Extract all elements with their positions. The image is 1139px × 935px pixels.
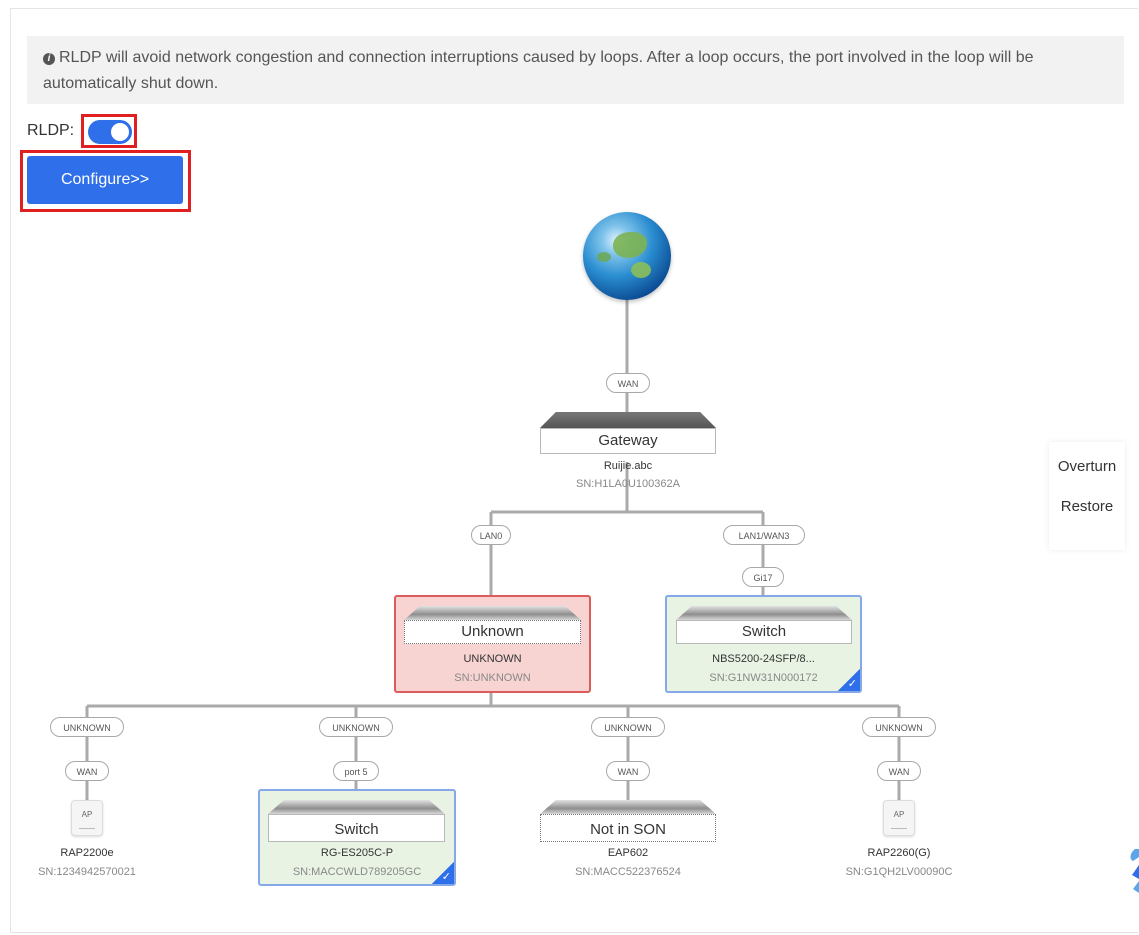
child-name-rg-es205c-p: RG-ES205C-P [320, 847, 394, 859]
port5-pill: port 5 [333, 761, 379, 781]
overturn-button[interactable]: Overturn [1049, 458, 1125, 475]
child-sn-eap602: SN:MACC522376524 [575, 866, 681, 878]
gateway-label[interactable]: Gateway [540, 428, 716, 454]
unknown-port-pill: UNKNOWN [862, 717, 936, 737]
view-controls-panel: Overturn Restore [1049, 442, 1125, 550]
wan-port-pill: WAN [65, 761, 109, 781]
lan1-wan3-port-pill: LAN1/WAN3 [723, 525, 805, 545]
gi17-port-pill: Gi17 [742, 567, 784, 587]
child-name-rap2260g: RAP2260(G) [867, 847, 931, 859]
unknown-device-icon [404, 606, 581, 620]
child-name-rap2200e: RAP2200e [60, 847, 114, 859]
help-icon[interactable] [1127, 845, 1139, 895]
switch-device-label: Switch [676, 620, 852, 644]
wan-port-pill: WAN [877, 761, 921, 781]
not-in-son-device-icon [540, 800, 716, 814]
switch-device-sn: SN:G1NW31N000172 [709, 672, 818, 684]
child-sn-rg-es205c-p: SN:MACCWLD789205GC [292, 866, 422, 878]
child-switch-icon [268, 800, 445, 814]
child-sn-rap2200e: SN:1234942570021 [38, 866, 136, 878]
child-name-eap602: EAP602 [607, 847, 649, 859]
ap-device-icon[interactable]: AP [883, 800, 915, 836]
gateway-device-icon [540, 412, 716, 428]
switch-device-icon [676, 606, 852, 620]
wan-port-pill: WAN [606, 761, 650, 781]
unknown-device-name: UNKNOWN [463, 653, 522, 665]
gateway-name: Ruijie.abc [603, 460, 653, 472]
wan-port-pill: WAN [606, 373, 650, 393]
unknown-port-pill: UNKNOWN [319, 717, 393, 737]
gateway-sn: SN:H1LA0U100362A [576, 478, 680, 490]
not-in-son-label[interactable]: Not in SON [540, 814, 716, 842]
lan0-port-pill: LAN0 [471, 525, 511, 545]
switch-device-name: NBS5200-24SFP/8... [712, 653, 815, 665]
ap-device-icon[interactable]: AP [71, 800, 103, 836]
globe-icon[interactable] [583, 212, 671, 300]
unknown-device-label: Unknown [404, 620, 581, 644]
child-sn-rap2260g: SN:G1QH2LV00090C [845, 866, 953, 878]
unknown-device-sn: SN:UNKNOWN [454, 672, 531, 684]
restore-button[interactable]: Restore [1049, 498, 1125, 515]
unknown-port-pill: UNKNOWN [591, 717, 665, 737]
child-switch-label: Switch [268, 814, 445, 842]
unknown-port-pill: UNKNOWN [50, 717, 124, 737]
